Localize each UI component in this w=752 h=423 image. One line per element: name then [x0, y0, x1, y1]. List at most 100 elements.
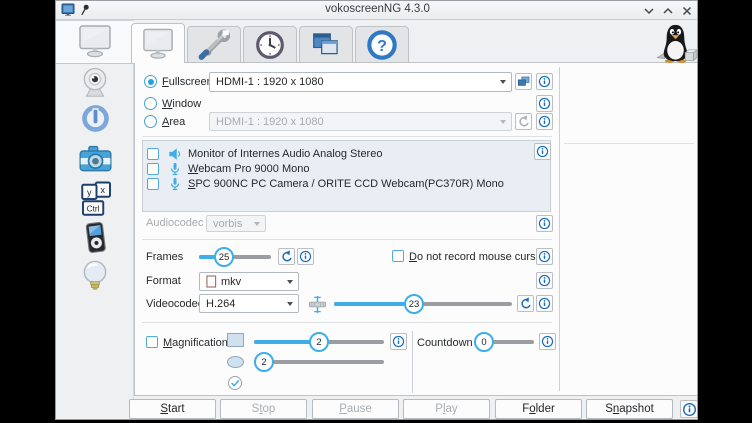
info-icon — [536, 145, 549, 158]
sidebar-item-lightbulb[interactable] — [56, 258, 134, 293]
videocodec-info-button[interactable] — [536, 295, 553, 312]
videocodec-value: H.264 — [206, 298, 235, 310]
quality-slider-handle[interactable]: 23 — [404, 294, 424, 314]
info-icon — [538, 115, 551, 128]
sidebar-item-camera[interactable] — [56, 143, 134, 175]
info-icon — [538, 250, 551, 263]
microphone-icon — [168, 162, 182, 176]
window-radio[interactable] — [144, 97, 157, 110]
magnification-size-slider[interactable]: 2 — [254, 332, 384, 352]
stop-button: Stop — [220, 399, 307, 419]
close-button[interactable] — [680, 5, 694, 17]
screen-icon — [141, 28, 175, 59]
audio-device-label-1: Webcam Pro 9000 Mono — [188, 163, 309, 175]
format-select[interactable]: mkv — [199, 272, 299, 291]
magnification-frame-toggle[interactable] — [228, 376, 242, 390]
tools-icon — [198, 29, 230, 61]
magnification-rect-shape[interactable] — [227, 333, 244, 347]
magnification-info-button[interactable] — [390, 333, 407, 350]
fullscreen-radio[interactable] — [144, 75, 157, 88]
quality-slider[interactable]: 23 — [334, 294, 512, 314]
sidebar-item-webcam[interactable] — [56, 66, 134, 98]
shade-button[interactable] — [642, 5, 656, 17]
timer-power-icon — [79, 103, 112, 134]
videocodec-select[interactable]: H.264 — [199, 294, 299, 313]
countdown-info-button[interactable] — [539, 333, 556, 350]
tab-windows[interactable] — [299, 26, 353, 63]
audiocodec-label: Audiocodec — [146, 217, 204, 229]
audiocodec-select: vorbis — [206, 215, 266, 232]
fullscreen-info-button[interactable] — [536, 73, 553, 90]
lightbulb-icon — [78, 258, 112, 293]
undo-icon — [280, 250, 293, 263]
start-button[interactable]: Start — [129, 399, 216, 419]
play-button: Play — [403, 399, 490, 419]
desktop-background: vokoscreenNG 4.3.0 Fullscreen — [0, 0, 752, 423]
tab-tools[interactable] — [187, 26, 241, 63]
file-icon — [206, 275, 217, 288]
separator — [564, 143, 694, 144]
separator — [142, 239, 552, 240]
countdown-slider-handle[interactable]: 0 — [474, 332, 494, 352]
format-info-button[interactable] — [536, 272, 553, 289]
format-value: mkv — [221, 276, 241, 288]
sidebar-item-screen[interactable] — [56, 24, 134, 58]
footer-info-button[interactable] — [680, 400, 698, 418]
chevron-down-icon — [287, 280, 293, 284]
windows-icon — [310, 29, 342, 61]
area-radio[interactable] — [144, 115, 157, 128]
sidebar-item-hotkeys[interactable] — [56, 181, 134, 217]
area-info-button[interactable] — [536, 113, 553, 130]
info-icon — [538, 274, 551, 287]
tab-timer[interactable] — [243, 26, 297, 63]
audio-device-label-0: Monitor of Internes Audio Analog Stereo — [188, 148, 382, 160]
frames-slider-track[interactable] — [199, 255, 271, 259]
folder-button[interactable]: Folder — [495, 399, 582, 419]
chevron-down-icon — [500, 80, 506, 84]
frames-reset-button[interactable] — [278, 248, 295, 265]
audio-device-checkbox-0[interactable] — [147, 148, 159, 160]
info-icon — [541, 335, 554, 348]
countdown-slider[interactable]: 0 — [474, 332, 534, 352]
screen-icon — [77, 24, 113, 58]
magnification-zoom-slider[interactable]: 2 — [254, 352, 384, 372]
area-display-value: HDMI-1 : 1920 x 1080 — [216, 116, 324, 128]
sidebar-item-timer[interactable] — [56, 103, 134, 134]
frames-value: 25 — [219, 252, 230, 263]
frames-slider[interactable]: 25 — [199, 247, 271, 267]
info-icon — [538, 97, 551, 110]
audio-info-button[interactable] — [534, 143, 551, 160]
fullscreen-label: Fullscreen — [162, 76, 213, 88]
snapshot-button[interactable]: Snapshot — [586, 399, 673, 419]
window-info-button[interactable] — [536, 95, 553, 112]
player-icon — [79, 221, 112, 254]
audio-device-checkbox-1[interactable] — [147, 163, 159, 175]
tux-logo — [653, 22, 698, 63]
magnification-size-handle[interactable]: 2 — [309, 332, 329, 352]
chevron-down-icon — [254, 222, 260, 226]
title-bar[interactable]: vokoscreenNG 4.3.0 — [56, 1, 698, 20]
undo-icon — [519, 297, 532, 310]
mouse-cursor-checkbox[interactable] — [392, 250, 404, 262]
screens-icon — [517, 75, 530, 88]
sidebar — [56, 20, 134, 420]
all-screens-button[interactable] — [515, 73, 532, 90]
quality-reset-button[interactable] — [517, 295, 534, 312]
help-icon — [366, 29, 398, 61]
tab-screencast[interactable] — [131, 23, 185, 63]
audio-device-label-2: SPC 900NC PC Camera / ORITE CCD Webcam(P… — [188, 178, 504, 190]
mouse-cursor-info-button[interactable] — [536, 248, 553, 265]
magnification-zoom-handle[interactable]: 2 — [254, 352, 274, 372]
magnification-oval-shape[interactable] — [227, 356, 244, 368]
audio-device-checkbox-2[interactable] — [147, 178, 159, 190]
frames-info-button[interactable] — [297, 248, 314, 265]
sidebar-item-player[interactable] — [56, 221, 134, 254]
audiocodec-info-button[interactable] — [536, 215, 553, 232]
frames-slider-handle[interactable]: 25 — [214, 247, 234, 267]
separator — [559, 67, 560, 391]
magnification-checkbox[interactable] — [146, 336, 158, 348]
maximize-button[interactable] — [661, 5, 675, 17]
clock-icon — [254, 29, 286, 61]
tab-help[interactable] — [355, 26, 409, 63]
fullscreen-display-select[interactable]: HDMI-1 : 1920 x 1080 — [209, 72, 512, 92]
